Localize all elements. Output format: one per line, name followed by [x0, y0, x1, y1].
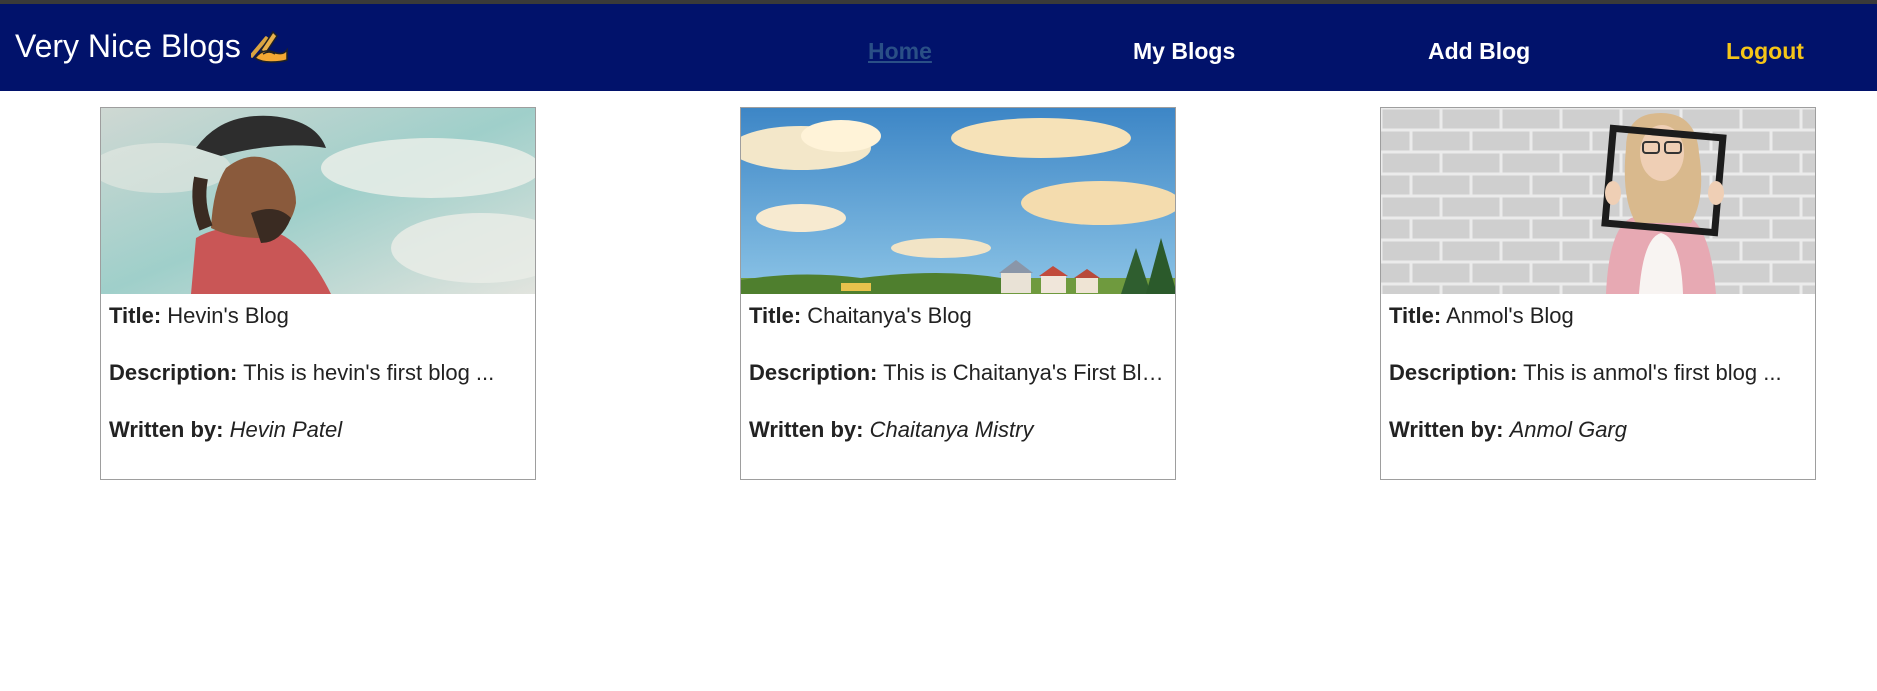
description-label: Description: [1389, 361, 1518, 385]
written-by-label: Written by: [1389, 418, 1504, 442]
brand-title: Very Nice Blogs [15, 28, 241, 64]
brand[interactable]: Very Nice Blogs [15, 26, 291, 66]
nav-my-blogs-link[interactable]: My Blogs [1133, 36, 1235, 66]
blog-card-list: Title: Hevin's Blog Description: This is… [0, 91, 1877, 691]
blog-author-row: Written by: Chaitanya Mistry [749, 418, 1167, 475]
blog-author: Anmol Garg [1509, 418, 1627, 442]
blog-image-painted-sky[interactable] [741, 108, 1175, 294]
blog-title: Chaitanya's Blog [807, 304, 972, 328]
title-label: Title: [749, 304, 802, 328]
blog-description-row: Description: This is anmol's first blog … [1389, 361, 1807, 418]
blog-description-row: Description: This is hevin's first blog … [109, 361, 527, 418]
blog-description: This is Chaitanya's First Bl… [883, 361, 1164, 385]
blog-title: Anmol's Blog [1446, 304, 1574, 328]
description-label: Description: [109, 361, 238, 385]
written-by-label: Written by: [749, 418, 864, 442]
blog-author: Chaitanya Mistry [869, 418, 1034, 442]
blog-card-body: Title: Chaitanya's Blog Description: Thi… [741, 294, 1175, 475]
title-label: Title: [109, 304, 162, 328]
writing-hand-icon [249, 28, 291, 64]
blog-card-body: Title: Hevin's Blog Description: This is… [101, 294, 535, 475]
description-label: Description: [749, 361, 878, 385]
blog-title-row: Title: Anmol's Blog [1389, 304, 1807, 361]
blog-author-row: Written by: Anmol Garg [1389, 418, 1807, 475]
blog-image-man-in-cap[interactable] [101, 108, 535, 294]
title-label: Title: [1389, 304, 1442, 328]
nav-home-link[interactable]: Home [868, 36, 932, 66]
nav-logout-link[interactable]: Logout [1726, 36, 1804, 66]
blog-author-row: Written by: Hevin Patel [109, 418, 527, 475]
blog-title-row: Title: Hevin's Blog [109, 304, 527, 361]
blog-description-row: Description: This is Chaitanya's First B… [749, 361, 1167, 418]
navbar: Very Nice Blogs Home My Blogs Add Blog L… [0, 4, 1877, 91]
blog-image-woman-with-frame[interactable] [1381, 108, 1815, 294]
blog-author: Hevin Patel [229, 418, 343, 442]
blog-card[interactable]: Title: Hevin's Blog Description: This is… [100, 107, 536, 480]
blog-description: This is anmol's first blog ... [1523, 361, 1782, 385]
written-by-label: Written by: [109, 418, 224, 442]
blog-card[interactable]: Title: Anmol's Blog Description: This is… [1380, 107, 1816, 480]
nav-add-blog-link[interactable]: Add Blog [1428, 36, 1530, 66]
blog-title-row: Title: Chaitanya's Blog [749, 304, 1167, 361]
blog-card-body: Title: Anmol's Blog Description: This is… [1381, 294, 1815, 475]
blog-description: This is hevin's first blog ... [243, 361, 495, 385]
blog-card[interactable]: Title: Chaitanya's Blog Description: Thi… [740, 107, 1176, 480]
blog-title: Hevin's Blog [167, 304, 289, 328]
